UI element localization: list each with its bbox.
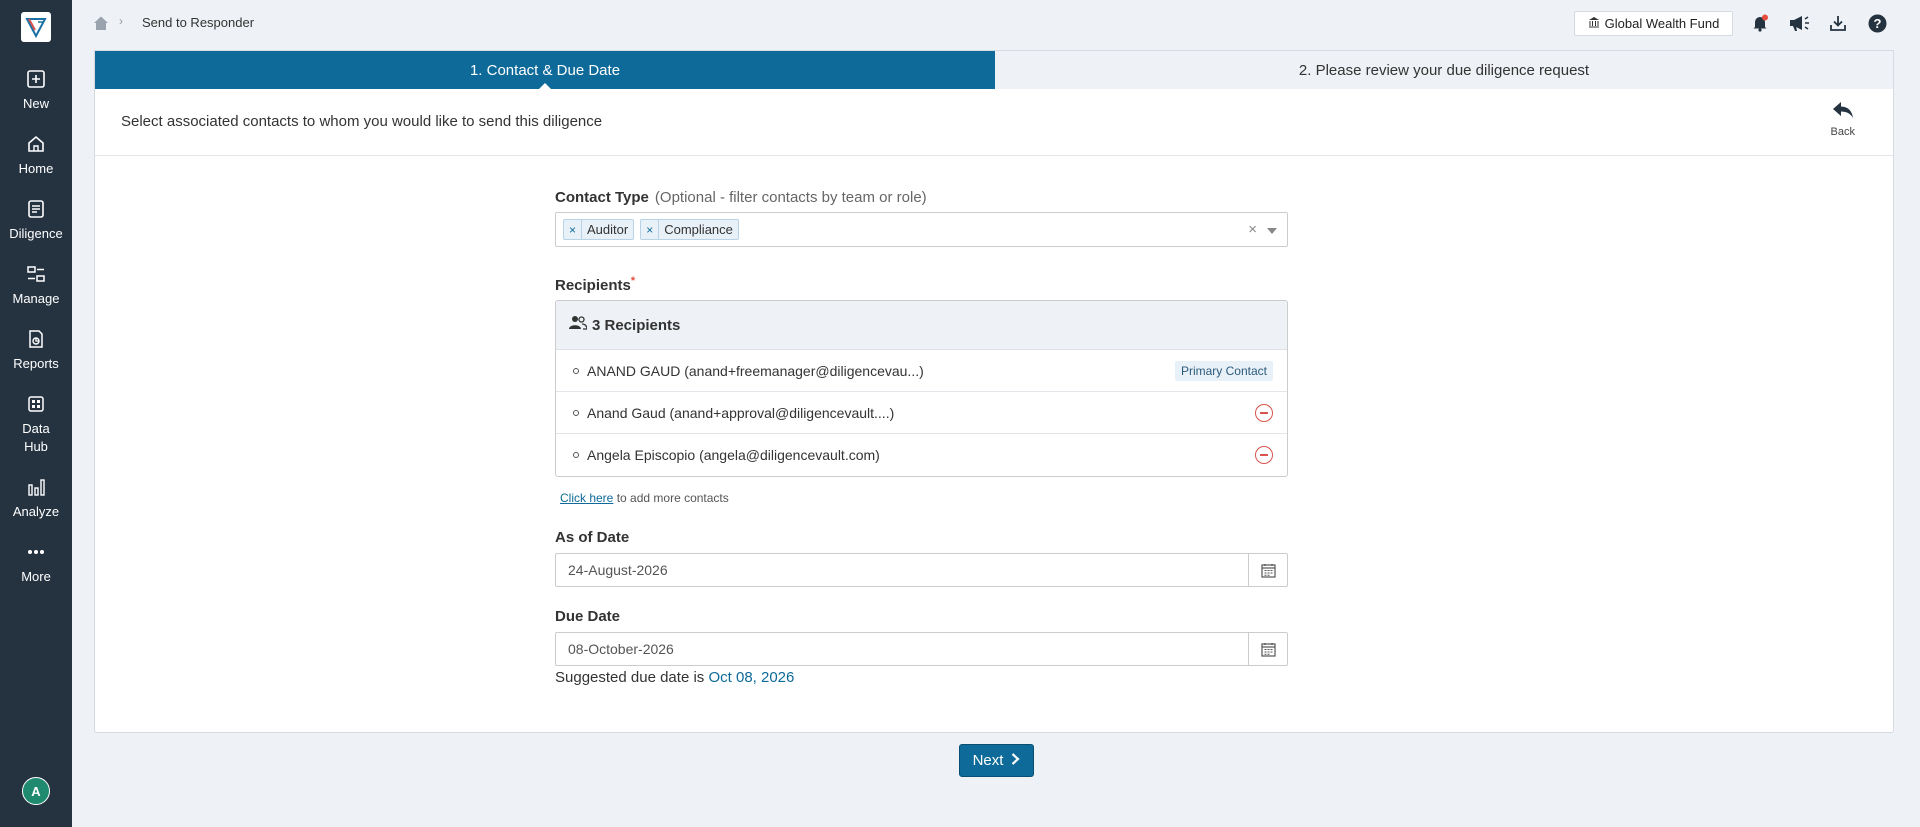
bullet-icon	[573, 367, 579, 374]
recipients-label: Recipients*	[555, 275, 1288, 294]
fund-selector-button[interactable]: Global Wealth Fund	[1574, 11, 1733, 36]
suggested-date[interactable]: Oct 08, 2026	[708, 669, 794, 686]
chip-label: Auditor	[587, 222, 629, 237]
manage-icon	[25, 263, 47, 285]
sidebar-item-analyze[interactable]: Analyze	[0, 476, 72, 521]
remove-recipient-icon[interactable]	[1255, 446, 1273, 464]
contact-type-hint: (Optional - filter contacts by team or r…	[654, 189, 927, 206]
calendar-icon[interactable]	[1248, 554, 1287, 586]
reply-arrow-icon	[1832, 101, 1854, 122]
sidebar-item-home[interactable]: Home	[0, 133, 72, 178]
chip-label: Compliance	[664, 222, 733, 237]
next-button[interactable]: Next	[959, 744, 1034, 777]
sidebar-item-label: Manage	[12, 291, 60, 306]
data-hub-icon	[25, 393, 47, 415]
sidebar-item-new[interactable]: New	[0, 68, 72, 113]
required-marker: *	[630, 275, 636, 287]
as-of-date-group: As of Date 24-August-2026	[555, 529, 1288, 587]
sidebar-item-manage[interactable]: Manage	[0, 263, 72, 308]
fund-label: Global Wealth Fund	[1604, 16, 1720, 31]
recipient-text: Anand Gaud (anand+approval@diligencevaul…	[587, 404, 895, 421]
primary-contact-badge: Primary Contact	[1174, 361, 1273, 381]
sidebar-item-label: Data Hub	[22, 421, 50, 454]
app-logo[interactable]	[21, 12, 51, 42]
contact-type-chip: × Auditor	[563, 219, 635, 240]
back-button[interactable]: Back	[1831, 101, 1855, 138]
plus-square-icon	[25, 68, 47, 90]
dropdown-arrow-icon[interactable]	[1267, 228, 1277, 234]
wizard-steps: 1. Contact & Due Date 2. Please review y…	[94, 50, 1894, 90]
clear-selection-icon[interactable]: ×	[1248, 221, 1257, 238]
chevron-right-icon: ›	[119, 14, 123, 28]
svg-text:?: ?	[1873, 16, 1881, 31]
suggested-prefix: Suggested due date is	[555, 669, 705, 686]
recipients-label-text: Recipients	[555, 277, 631, 294]
bank-icon	[1588, 16, 1600, 31]
recipients-count: 3 Recipients	[592, 316, 681, 334]
diligence-icon	[25, 198, 47, 220]
tab-contact-due-date[interactable]: 1. Contact & Due Date	[95, 51, 995, 89]
as-of-date-field[interactable]: 24-August-2026	[555, 553, 1288, 587]
due-date-field[interactable]: 08-October-2026	[555, 632, 1288, 666]
add-contacts-hint: Click here to add more contacts	[555, 491, 1288, 505]
logo-icon	[25, 18, 47, 38]
remove-chip-icon[interactable]: ×	[564, 220, 583, 239]
due-date-group: Due Date 08-October-2026 Suggested due d…	[555, 608, 1288, 686]
sidebar: New Home Diligence Manage Reports Data H…	[0, 0, 72, 827]
contact-type-label: Contact Type (Optional - filter contacts …	[555, 189, 1288, 206]
remove-recipient-icon[interactable]	[1255, 404, 1273, 422]
calendar-icon[interactable]	[1248, 633, 1287, 665]
as-of-date-value[interactable]: 24-August-2026	[556, 554, 1248, 586]
suggested-due-date: Suggested due date is Oct 08, 2026	[555, 669, 1288, 686]
next-label: Next	[972, 752, 1004, 769]
sidebar-item-label: New	[22, 96, 49, 111]
bullet-icon	[573, 452, 579, 458]
back-label: Back	[1830, 126, 1855, 138]
as-of-date-label: As of Date	[555, 529, 630, 546]
recipients-list: 3 Recipients ANAND GAUD (anand+freemanag…	[555, 300, 1288, 477]
sidebar-item-reports[interactable]: Reports	[0, 328, 72, 373]
contact-form: Contact Type (Optional - filter contacts …	[555, 189, 1288, 686]
page-title: Select associated contacts to whom you w…	[121, 113, 603, 130]
recipient-text: ANAND GAUD (anand+freemanager@diligencev…	[587, 362, 924, 379]
recipients-header: 3 Recipients	[556, 301, 1287, 350]
bar-chart-icon	[25, 476, 47, 498]
card-header: Select associated contacts to whom you w…	[95, 89, 1893, 156]
user-avatar[interactable]: A	[22, 777, 50, 805]
contact-type-select[interactable]: × Auditor × Compliance ×	[555, 212, 1288, 247]
home-icon	[25, 133, 47, 155]
due-date-label: Due Date	[555, 608, 621, 625]
sidebar-item-data-hub[interactable]: Data Hub	[0, 393, 72, 456]
sidebar-item-label: More	[21, 569, 51, 584]
add-contacts-link[interactable]: Click here	[560, 491, 613, 505]
breadcrumb-current: Send to Responder	[142, 15, 255, 30]
recipient-row: ANAND GAUD (anand+freemanager@diligencev…	[556, 350, 1287, 392]
sidebar-item-label: Home	[18, 161, 54, 176]
users-icon	[569, 315, 588, 335]
bullet-icon	[573, 409, 579, 416]
contact-type-chip: × Compliance	[640, 219, 739, 240]
main-card: Select associated contacts to whom you w…	[94, 89, 1894, 733]
help-icon[interactable]: ?	[1866, 12, 1888, 34]
bell-icon[interactable]	[1749, 12, 1771, 34]
recipient-row: Angela Episcopio (angela@diligencevault.…	[556, 434, 1287, 476]
sidebar-item-more[interactable]: More	[0, 541, 72, 586]
remove-chip-icon[interactable]: ×	[641, 220, 660, 239]
sidebar-item-label: Analyze	[12, 504, 60, 519]
sidebar-item-label: Diligence	[9, 226, 63, 241]
download-icon[interactable]	[1827, 12, 1849, 34]
sidebar-item-diligence[interactable]: Diligence	[0, 198, 72, 243]
more-dots-icon	[25, 541, 47, 563]
home-icon[interactable]	[93, 15, 109, 31]
tab-review-request[interactable]: 2. Please review your due diligence requ…	[995, 51, 1893, 89]
sidebar-item-label: Reports	[13, 356, 59, 371]
recipient-text: Angela Episcopio (angela@diligencevault.…	[587, 447, 880, 463]
contact-type-label-text: Contact Type	[555, 189, 649, 206]
recipient-row: Anand Gaud (anand+approval@diligencevaul…	[556, 392, 1287, 434]
megaphone-icon[interactable]	[1788, 12, 1810, 34]
add-contacts-suffix: to add more contacts	[616, 491, 729, 505]
reports-icon	[25, 328, 47, 350]
chevron-right-icon	[1011, 752, 1021, 769]
due-date-value[interactable]: 08-October-2026	[556, 633, 1248, 665]
